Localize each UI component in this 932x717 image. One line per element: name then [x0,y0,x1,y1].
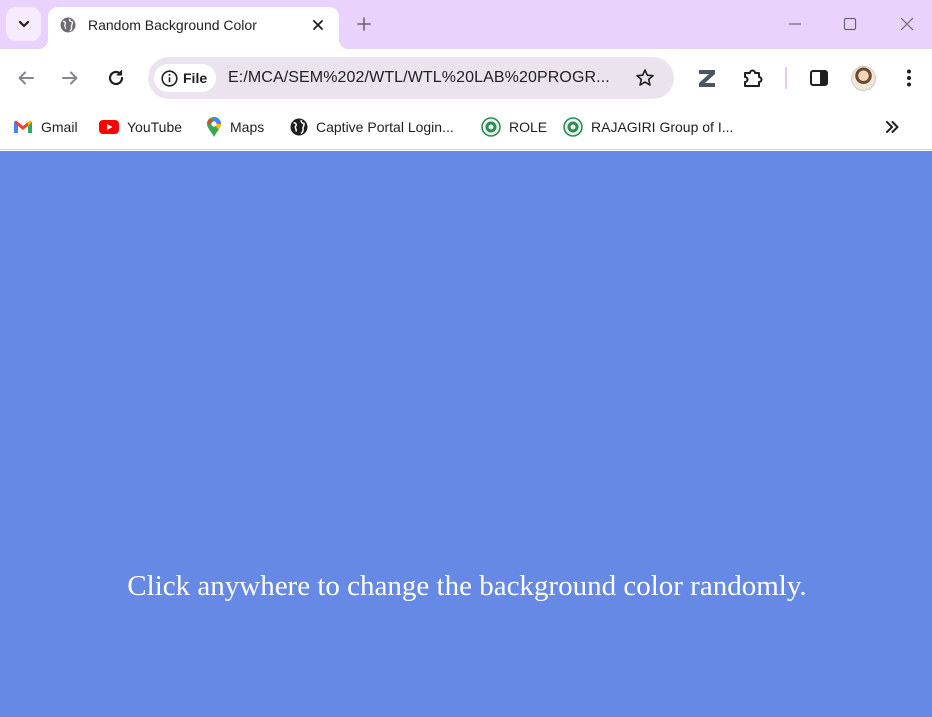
bookmark-label: Gmail [41,119,78,135]
close-icon [313,20,323,30]
close-window-button[interactable] [895,12,919,36]
double-chevron-right-icon [886,121,899,133]
bookmark-star-button[interactable] [634,67,656,89]
extension-z-button[interactable] [693,64,721,92]
bookmark-gmail[interactable]: Gmail [13,115,78,139]
bookmark-youtube[interactable]: YouTube [99,115,182,139]
z-extension-icon [699,70,715,87]
new-tab-button[interactable] [353,13,375,35]
bookmark-role[interactable]: ROLE [481,115,547,139]
address-bar[interactable]: File E:/MCA/SEM%202/WTL/WTL%20LAB%20PROG… [148,57,674,99]
bookmark-label: ROLE [509,119,548,135]
globe-icon [60,17,76,33]
forward-button[interactable] [55,63,85,93]
maximize-button[interactable] [838,12,862,36]
close-icon [900,17,914,31]
bookmark-label: Maps [230,119,265,135]
toolbar-divider [785,67,787,89]
extensions-button[interactable] [739,64,767,92]
info-icon [161,69,178,87]
plus-icon [357,17,371,31]
more-vert-icon [907,69,911,87]
bookmark-label: YouTube [127,119,183,135]
bookmark-label: RAJAGIRI Group of I... [591,119,734,135]
reload-button[interactable] [101,63,131,93]
back-button[interactable] [11,63,41,93]
gmail-icon [14,120,32,133]
puzzle-icon [744,69,763,87]
browser-toolbar: File E:/MCA/SEM%202/WTL/WTL%20LAB%20PROG… [0,49,932,107]
maximize-icon [843,17,857,31]
arrow-right-icon [62,71,78,85]
profile-avatar[interactable] [851,66,876,91]
reload-icon [108,70,124,86]
bookmark-captive-portal[interactable]: Captive Portal Login... [290,115,454,139]
maps-icon [207,117,221,137]
bookmark-rajagiri[interactable]: RAJAGIRI Group of I... [563,115,733,139]
tab-title: Random Background Color [88,17,257,33]
star-icon [636,69,654,86]
site-info-label: File [183,70,208,86]
youtube-icon [99,120,119,134]
bookmark-maps[interactable]: Maps [206,115,264,139]
minimize-button[interactable] [783,12,807,36]
page-message: Click anywhere to change the background … [127,570,807,602]
site-info-chip[interactable]: File [154,64,216,92]
bookmarks-bar: Gmail YouTube Maps Captive Portal Login.… [0,107,932,150]
more-bookmarks-button[interactable] [880,115,904,139]
side-panel-button[interactable] [805,64,833,92]
menu-button[interactable] [895,64,923,92]
page-viewport[interactable]: Click anywhere to change the background … [0,151,932,717]
tab-search-button[interactable] [6,7,41,41]
globe-icon [290,118,308,136]
side-panel-icon [810,70,828,86]
college-logo-icon [563,117,583,137]
arrow-left-icon [18,71,34,85]
chevron-down-icon [18,20,29,28]
tab-close-button[interactable] [309,16,327,34]
bookmark-label: Captive Portal Login... [316,119,454,135]
tab-strip: Random Background Color [0,0,932,49]
url-text[interactable]: E:/MCA/SEM%202/WTL/WTL%20LAB%20PROGR... [228,69,610,87]
tab-active[interactable]: Random Background Color [38,7,349,49]
minimize-icon [789,23,801,25]
college-logo-icon [481,117,501,137]
